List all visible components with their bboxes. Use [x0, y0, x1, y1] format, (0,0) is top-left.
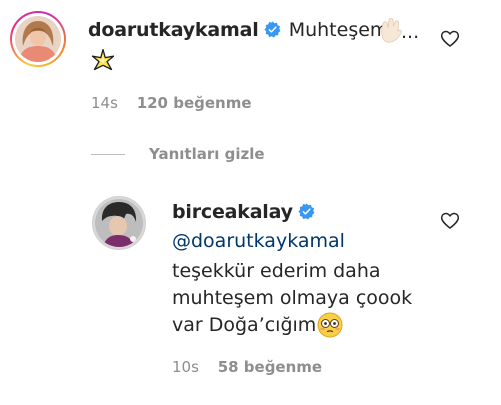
reply-likes[interactable]: 58 beğenme: [218, 358, 322, 376]
comment-username[interactable]: doarutkaykamal: [88, 19, 259, 41]
reply-meta: 10s 58 beğenme: [172, 358, 322, 376]
flushed-face-emoji-icon: [317, 312, 343, 338]
like-heart-icon[interactable]: [440, 29, 460, 49]
profile-photo: [15, 16, 61, 62]
comment-meta: 14s 120 beğenme: [91, 94, 252, 112]
avatar-birceakalay[interactable]: [92, 196, 146, 250]
reply-header: birceakalay: [172, 201, 315, 223]
reply-time[interactable]: 10s: [172, 358, 199, 376]
hide-replies-button[interactable]: Yanıtları gizle: [149, 145, 265, 163]
comment-header: doarutkaykamal Muhteşem!: [88, 19, 396, 41]
reply-text-line: muhteşem olmaya çoook: [172, 287, 413, 309]
clapping-hands-icon: [381, 17, 402, 43]
avatar-doarutkaykamal[interactable]: [10, 11, 66, 67]
replies-divider: [91, 154, 125, 155]
verified-badge-icon: [298, 203, 315, 220]
reply-text-line: teşekkür ederim daha: [172, 260, 381, 282]
reply-text-line: var Doğa’cığım: [172, 314, 317, 336]
reply-username[interactable]: birceakalay: [172, 201, 293, 223]
sparkle-star-icon: [91, 49, 115, 71]
profile-photo: [95, 199, 143, 247]
comment-time[interactable]: 14s: [91, 94, 118, 112]
reply-mention-link[interactable]: @doarutkaykamal: [172, 230, 345, 252]
comment-likes[interactable]: 120 beğenme: [137, 94, 252, 112]
like-heart-icon[interactable]: [440, 211, 460, 231]
comment-ellipsis: ...: [401, 21, 420, 43]
verified-badge-icon: [264, 21, 281, 38]
